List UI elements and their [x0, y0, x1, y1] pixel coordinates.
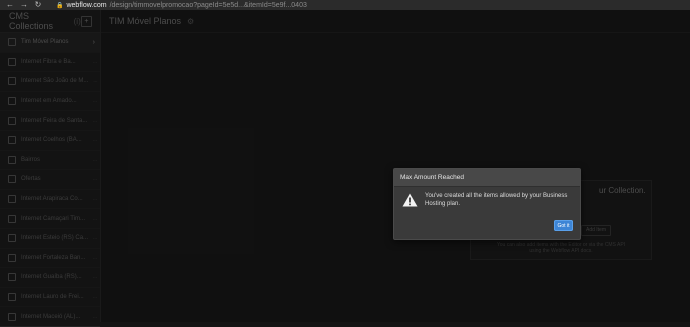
browser-nav: ← → ↻	[6, 0, 42, 10]
modal-overlay	[0, 10, 690, 322]
modal-title: Max Amount Reached	[400, 174, 464, 181]
got-it-button[interactable]: Got it	[554, 220, 573, 231]
lock-icon: 🔒	[56, 2, 64, 9]
modal-header: Max Amount Reached	[394, 169, 580, 187]
url-path: /design/timmovelpromocao?pageId=5e5d...&…	[109, 1, 307, 9]
back-icon[interactable]: ←	[6, 0, 14, 10]
max-amount-modal: Max Amount Reached You've created all th…	[393, 168, 581, 240]
modal-message: You've created all the items allowed by …	[425, 193, 568, 207]
warning-icon	[402, 193, 418, 207]
address-bar[interactable]: 🔒 webflow.com/design/timmovelpromocao?pa…	[56, 2, 307, 9]
reload-icon[interactable]: ↻	[34, 0, 42, 10]
forward-icon[interactable]: →	[20, 0, 28, 10]
url-host: webflow.com	[66, 1, 107, 9]
browser-toolbar: ← → ↻ 🔒 webflow.com/design/timmovelpromo…	[0, 0, 690, 10]
